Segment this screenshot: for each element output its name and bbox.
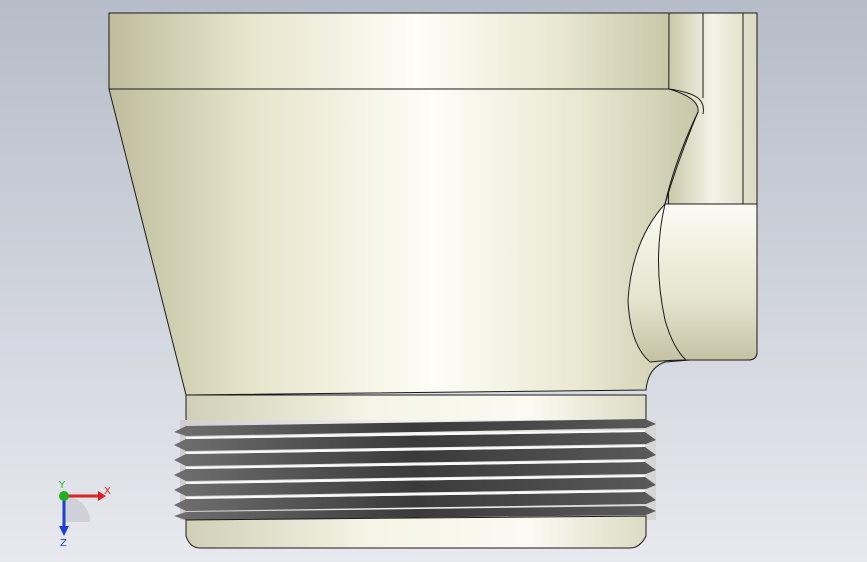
cad-3d-viewport[interactable]: X Z Y — [0, 0, 867, 562]
neck-face — [185, 394, 647, 422]
y-axis-label: Y — [58, 480, 66, 491]
conical-body-face — [108, 88, 699, 396]
thread-region — [174, 419, 656, 520]
triad-arc-shade — [64, 496, 90, 522]
axis-triad: X Z Y — [58, 480, 111, 549]
bottom-collar-face — [185, 515, 647, 549]
top-band-face — [108, 12, 670, 90]
z-axis-arrow — [59, 526, 69, 536]
x-axis-label: X — [104, 486, 111, 497]
y-axis-dot — [59, 491, 69, 501]
z-axis-label: Z — [60, 538, 67, 549]
model-view[interactable] — [0, 0, 867, 562]
side-port-boss — [627, 203, 758, 363]
